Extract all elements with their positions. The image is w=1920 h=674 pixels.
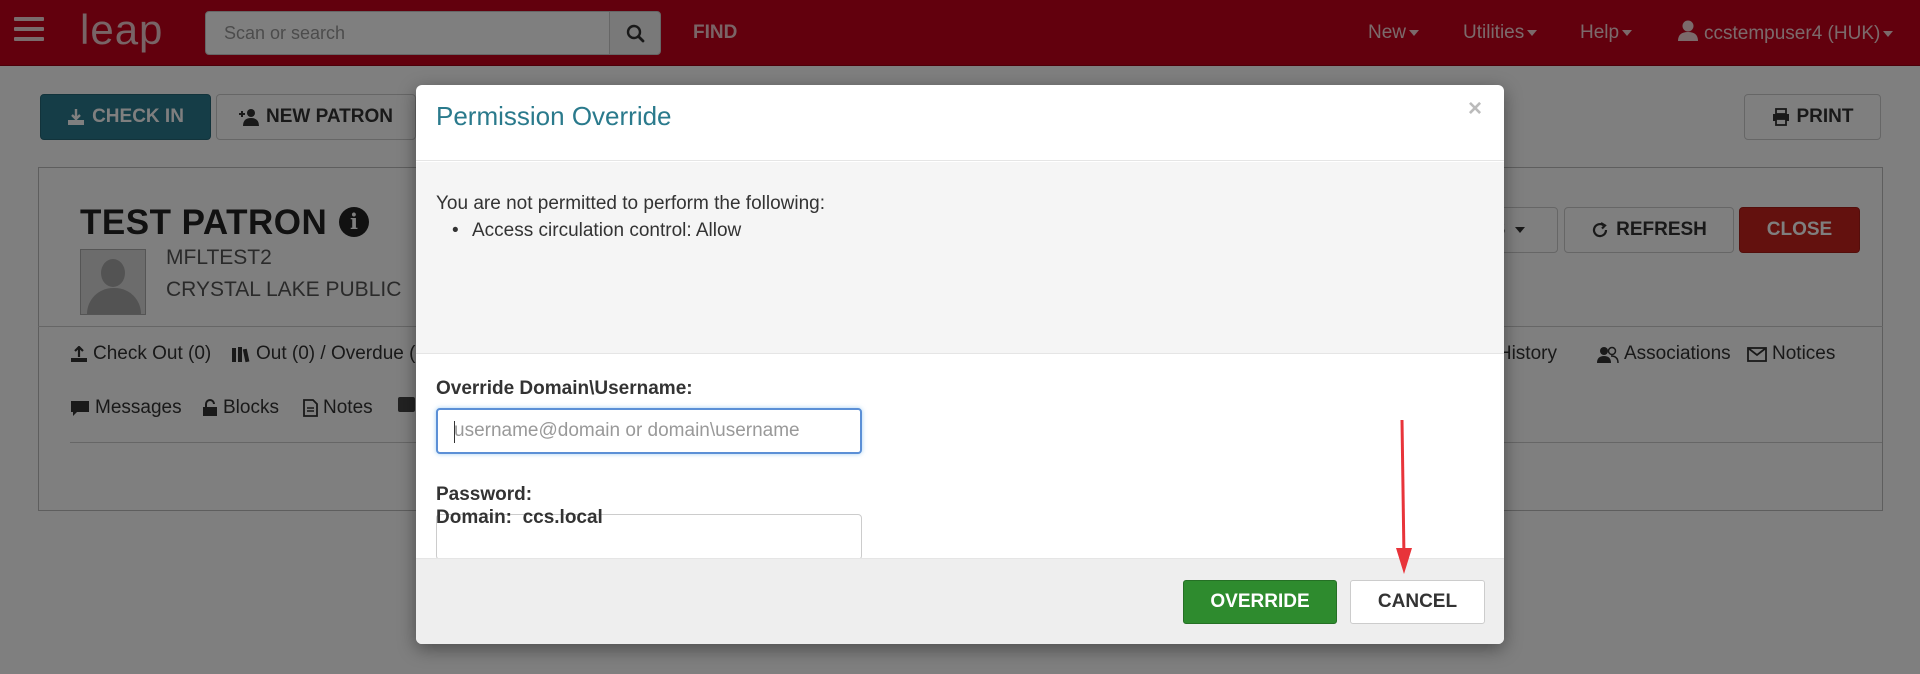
password-label: Password: — [436, 484, 533, 505]
domain-row: Domain: ccs.local — [436, 507, 603, 529]
text-cursor — [454, 421, 455, 443]
domain-value: ccs.local — [522, 507, 603, 528]
permission-message-panel — [416, 162, 1504, 354]
modal-header: Permission Override × — [416, 85, 1504, 161]
modal-footer — [416, 558, 1504, 644]
permission-message: You are not permitted to perform the fol… — [436, 193, 826, 214]
username-label: Override Domain\Username: — [436, 378, 693, 399]
permission-override-dialog: Permission Override × You are not permit… — [416, 85, 1504, 644]
permission-item: Access circulation control: Allow — [452, 220, 741, 242]
username-input[interactable]: username@domain or domain\username — [436, 408, 862, 454]
close-icon[interactable]: × — [1468, 95, 1482, 123]
override-button[interactable]: OVERRIDE — [1183, 580, 1337, 624]
annotation-arrow — [1396, 419, 1412, 574]
username-placeholder: username@domain or domain\username — [454, 420, 800, 441]
domain-label: Domain: — [436, 507, 512, 528]
modal-title: Permission Override — [436, 101, 672, 131]
cancel-button[interactable]: CANCEL — [1350, 580, 1485, 624]
